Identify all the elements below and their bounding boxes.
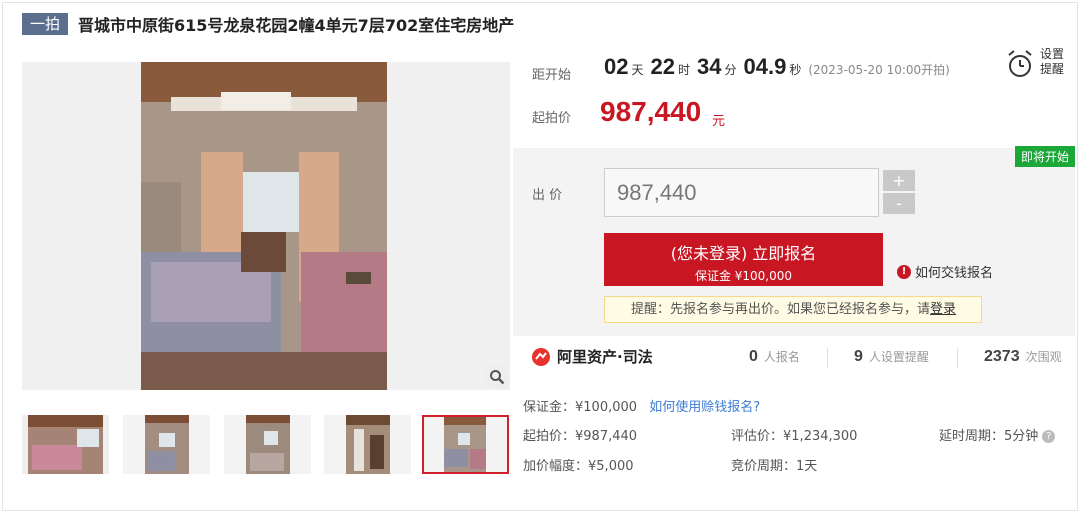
- stat-views-value: 2373: [984, 348, 1020, 365]
- start-price-label: 起拍价: [532, 111, 572, 126]
- detail-start-price-label: 起拍价：: [523, 429, 576, 444]
- status-badge: 即将开始: [1014, 146, 1075, 167]
- appraisal-value: ¥1,234,300: [783, 429, 858, 444]
- countdown-hours: 22: [650, 54, 675, 79]
- main-image-viewer[interactable]: [22, 62, 510, 390]
- reminder-label-2: 提醒: [1040, 62, 1065, 76]
- appraisal-label: 评估价：: [731, 429, 784, 444]
- countdown-timer: 02 天 22 时 34 分 04.9 秒 (2023-05-20 10:00开…: [604, 54, 950, 80]
- info-icon: !: [897, 264, 911, 279]
- thumbnail-strip: [22, 415, 512, 475]
- login-notice: 提醒：先报名参与再出价。如果您已经报名参与，请登录: [604, 296, 982, 323]
- bid-panel: 即将开始 出 价 987,440 + - (您未登录) 立即报名 保证金 ¥10…: [513, 146, 1075, 336]
- signup-button[interactable]: (您未登录) 立即报名 保证金 ¥100,000: [604, 233, 883, 286]
- countdown-seconds: 04.9: [743, 54, 787, 79]
- countdown-seconds-unit: 秒: [789, 63, 802, 77]
- auction-round-badge: 一拍: [22, 13, 69, 35]
- bid-label: 出 价: [532, 188, 563, 203]
- how-to-pay-link[interactable]: ! 如何交钱报名: [897, 262, 993, 281]
- zoom-icon: [490, 370, 505, 385]
- decrease-bid-button[interactable]: -: [883, 193, 915, 214]
- countdown-label: 距开始: [532, 68, 572, 83]
- how-to-pay-label: 如何交钱报名: [915, 266, 994, 281]
- stat-divider: [957, 348, 958, 368]
- help-icon[interactable]: ?: [1042, 430, 1056, 443]
- deposit-label: 保证金：: [523, 400, 576, 415]
- bidding-cycle-info: 竞价周期：1天: [731, 455, 817, 474]
- thumbnail-1[interactable]: [22, 415, 109, 474]
- zoom-button[interactable]: [486, 366, 508, 388]
- countdown-days-unit: 天: [631, 63, 644, 77]
- login-link[interactable]: 登录: [930, 302, 956, 317]
- increase-bid-button[interactable]: +: [883, 170, 915, 191]
- stat-views-label: 次围观: [1025, 350, 1062, 364]
- notice-text: 提醒：先报名参与再出价。如果您已经报名参与，请: [631, 302, 931, 317]
- ali-logo-icon: [532, 347, 550, 366]
- title-row: 一拍 晋城市中原街615号龙泉花园2幢4单元7层702室住宅房地产: [22, 12, 514, 36]
- deposit-value: ¥100,000: [575, 400, 638, 415]
- increment-label: 加价幅度：: [523, 459, 589, 474]
- reminder-label-1: 设置: [1040, 47, 1065, 61]
- main-photo: [141, 62, 387, 390]
- stat-signups-value: 0: [749, 348, 758, 365]
- deposit-info: 保证金：¥100,000 如何使用赊钱报名?: [523, 396, 760, 415]
- delay-value: 5分钟: [1004, 429, 1039, 444]
- stat-signups: 0 人报名: [749, 348, 800, 366]
- signup-deposit-label: 保证金 ¥100,000: [694, 269, 793, 283]
- stat-signups-label: 人报名: [763, 350, 800, 364]
- thumbnail-5[interactable]: [422, 415, 509, 474]
- countdown-days: 02: [604, 54, 629, 79]
- signup-button-label: (您未登录) 立即报名: [670, 244, 817, 263]
- thumbnail-2[interactable]: [123, 415, 210, 474]
- thumbnail-4[interactable]: [324, 415, 411, 474]
- bid-amount-input[interactable]: 987,440: [604, 168, 879, 217]
- bidding-cycle-value: 1天: [796, 459, 818, 474]
- countdown-minutes-unit: 分: [724, 63, 737, 77]
- platform-logo: 阿里资产·司法: [531, 346, 653, 367]
- delay-info: 延时周期：5分钟?: [939, 425, 1056, 444]
- increment-info: 加价幅度：¥5,000: [523, 455, 634, 474]
- thumbnail-3[interactable]: [224, 415, 311, 474]
- increment-value: ¥5,000: [588, 459, 634, 474]
- start-price-value: 987,440: [600, 96, 702, 127]
- stat-divider: [827, 348, 828, 368]
- detail-start-price-value: ¥987,440: [575, 429, 638, 444]
- stat-reminders: 9 人设置提醒: [854, 348, 929, 366]
- countdown-minutes: 34: [697, 54, 722, 79]
- delay-label: 延时周期：: [939, 429, 1005, 444]
- installment-signup-link[interactable]: 如何使用赊钱报名?: [649, 400, 760, 415]
- auction-start-time: (2023-05-20 10:00开拍): [808, 63, 950, 77]
- countdown-hours-unit: 时: [677, 63, 690, 77]
- stat-reminders-value: 9: [854, 348, 863, 365]
- alarm-clock-icon: [1008, 50, 1032, 77]
- stat-reminders-label: 人设置提醒: [868, 350, 929, 364]
- bidding-cycle-label: 竞价周期：: [731, 459, 797, 474]
- appraisal-info: 评估价：¥1,234,300: [731, 425, 857, 444]
- page-title: 晋城市中原街615号龙泉花园2幢4单元7层702室住宅房地产: [78, 16, 515, 35]
- set-reminder-button[interactable]: 设置 提醒: [1006, 45, 1076, 81]
- platform-name: 阿里资产·司法: [557, 348, 653, 366]
- start-price-info: 起拍价：¥987,440: [523, 425, 637, 444]
- start-price-unit: 元: [712, 114, 726, 129]
- stat-views: 2373 次围观: [984, 348, 1062, 366]
